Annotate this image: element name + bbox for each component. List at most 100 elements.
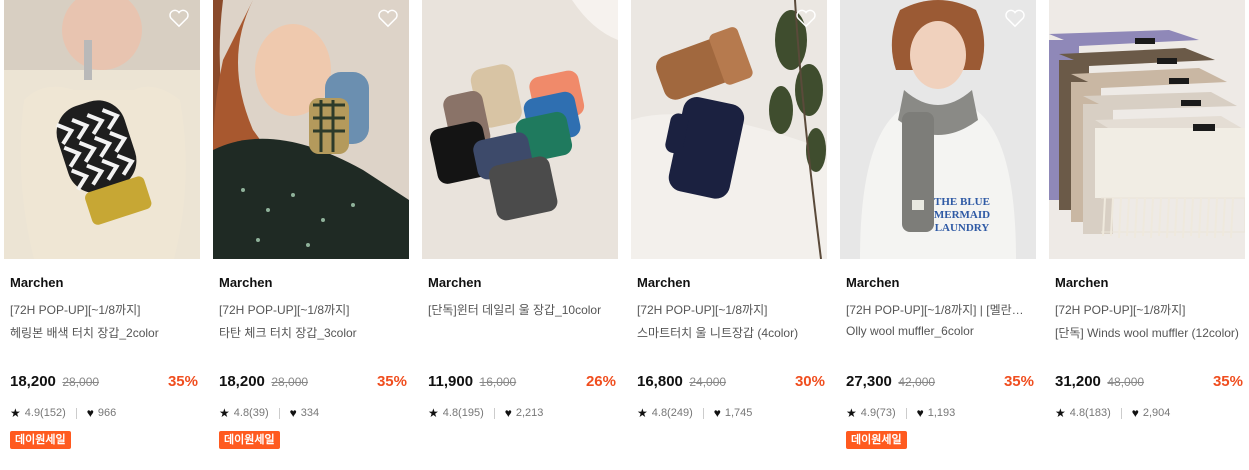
svg-text:LAUNDRY: LAUNDRY <box>935 222 990 234</box>
product-name[interactable]: 타탄 체크 터치 장갑_3color <box>219 324 407 341</box>
svg-text:MERMAID: MERMAID <box>934 209 990 221</box>
product-meta: ★ 4.9(73) ♥ 1,193 <box>846 406 955 420</box>
sale-badge: 데이원세일 <box>219 431 280 449</box>
herringbone-glove-photo <box>4 0 200 259</box>
tartan-glove-photo <box>213 0 409 259</box>
heart-icon: ♥ <box>289 406 297 420</box>
product-name[interactable]: 헤링본 배색 터치 장갑_2color <box>10 324 198 341</box>
discount-rate: 30% <box>794 373 825 390</box>
price-row: 18,200 28,000 35% <box>10 373 198 393</box>
price-row: 18,200 28,000 35% <box>219 373 407 393</box>
product-name[interactable]: 스마트터치 울 니트장갑 (4color) <box>637 324 825 341</box>
rating: 4.8(39) <box>233 407 269 419</box>
heart-icon: ♥ <box>713 406 721 420</box>
heart-icon: ♥ <box>916 406 924 420</box>
original-price: 24,000 <box>689 375 727 389</box>
product-brand[interactable]: Marchen <box>846 275 899 290</box>
sale-price: 18,200 <box>219 373 265 390</box>
sale-price: 27,300 <box>846 373 892 390</box>
product-card[interactable]: Marchen [72H POP-UP][~1/8까지] 헤링본 배색 터치 장… <box>4 0 200 470</box>
original-price: 16,000 <box>479 375 517 389</box>
original-price: 28,000 <box>271 375 309 389</box>
heart-icon: ♥ <box>86 406 94 420</box>
heart-outline-icon[interactable] <box>377 8 399 28</box>
product-image[interactable] <box>631 0 827 259</box>
rating: 4.9(73) <box>860 407 896 419</box>
product-card[interactable]: Marchen [단독]윈터 데일리 울 장갑_10color 11,900 1… <box>422 0 618 470</box>
product-card[interactable]: THE BLUE MERMAID LAUNDRY Marchen [72H PO… <box>840 0 1036 470</box>
star-icon: ★ <box>10 406 21 420</box>
heart-outline-icon[interactable] <box>168 8 190 28</box>
star-icon: ★ <box>1055 406 1066 420</box>
product-grid: Marchen [72H POP-UP][~1/8까지] 헤링본 배색 터치 장… <box>0 0 1249 470</box>
discount-rate: 35% <box>1212 373 1243 390</box>
product-subtitle[interactable]: [72H POP-UP][~1/8까지] <box>219 301 407 318</box>
product-card[interactable]: Marchen [72H POP-UP][~1/8까지] 타탄 체크 터치 장갑… <box>213 0 409 470</box>
divider <box>75 407 77 419</box>
discount-rate: 26% <box>585 373 616 390</box>
product-meta: ★ 4.8(183) ♥ 2,904 <box>1055 406 1170 420</box>
knit-gloves-photo <box>631 0 827 259</box>
stacked-mufflers-photo <box>1049 0 1245 259</box>
product-brand[interactable]: Marchen <box>637 275 690 290</box>
product-subtitle[interactable]: [72H POP-UP][~1/8까지] <box>1055 301 1243 318</box>
product-image[interactable] <box>4 0 200 259</box>
product-brand[interactable]: Marchen <box>10 275 63 290</box>
original-price: 48,000 <box>1107 375 1145 389</box>
rating: 4.9(152) <box>24 407 66 419</box>
product-brand[interactable]: Marchen <box>428 275 481 290</box>
divider <box>702 407 704 419</box>
product-subtitle[interactable]: [72H POP-UP][~1/8까지] <box>637 301 825 318</box>
product-name[interactable]: Olly wool muffler_6color <box>846 324 1034 338</box>
product-card[interactable]: Marchen [72H POP-UP][~1/8까지] [단독] Winds … <box>1049 0 1245 470</box>
product-image[interactable] <box>1049 0 1245 259</box>
divider <box>905 407 907 419</box>
rating: 4.8(195) <box>442 407 484 419</box>
divider <box>1120 407 1122 419</box>
price-row: 31,200 48,000 35% <box>1055 373 1243 393</box>
product-image[interactable]: THE BLUE MERMAID LAUNDRY <box>840 0 1036 259</box>
product-card[interactable]: Marchen [72H POP-UP][~1/8까지] 스마트터치 울 니트장… <box>631 0 827 470</box>
divider <box>278 407 280 419</box>
original-price: 42,000 <box>898 375 936 389</box>
price-row: 16,800 24,000 30% <box>637 373 825 393</box>
heart-icon: ♥ <box>504 406 512 420</box>
sale-price: 11,900 <box>428 373 474 390</box>
colorful-gloves-photo <box>422 0 618 259</box>
product-image[interactable] <box>213 0 409 259</box>
product-image[interactable] <box>422 0 618 259</box>
price-row: 11,900 16,000 26% <box>428 373 616 393</box>
product-meta: ★ 4.8(249) ♥ 1,745 <box>637 406 752 420</box>
star-icon: ★ <box>846 406 857 420</box>
star-icon: ★ <box>428 406 439 420</box>
product-subtitle[interactable]: [72H POP-UP][~1/8까지] <box>10 301 198 318</box>
product-brand[interactable]: Marchen <box>1055 275 1108 290</box>
like-count: 2,904 <box>1142 407 1171 419</box>
rating: 4.8(249) <box>651 407 693 419</box>
like-count: 1,745 <box>724 407 753 419</box>
product-name[interactable]: [단독] Winds wool muffler (12color) <box>1055 324 1243 341</box>
sale-price: 31,200 <box>1055 373 1101 390</box>
price-row: 27,300 42,000 35% <box>846 373 1034 393</box>
like-count: 966 <box>97 407 117 419</box>
heart-outline-icon[interactable] <box>795 8 817 28</box>
like-count: 2,213 <box>515 407 544 419</box>
discount-rate: 35% <box>167 373 198 390</box>
product-subtitle[interactable]: [단독]윈터 데일리 울 장갑_10color <box>428 301 616 318</box>
product-meta: ★ 4.8(195) ♥ 2,213 <box>428 406 543 420</box>
original-price: 28,000 <box>62 375 100 389</box>
product-brand[interactable]: Marchen <box>219 275 272 290</box>
divider <box>493 407 495 419</box>
product-subtitle[interactable]: [72H POP-UP][~1/8까지] | [멜란지 ... <box>846 301 1034 318</box>
rating: 4.8(183) <box>1069 407 1111 419</box>
svg-text:THE BLUE: THE BLUE <box>934 196 990 208</box>
heart-outline-icon[interactable] <box>1004 8 1026 28</box>
product-meta: ★ 4.8(39) ♥ 334 <box>219 406 319 420</box>
sale-price: 18,200 <box>10 373 56 390</box>
discount-rate: 35% <box>1003 373 1034 390</box>
sale-badge: 데이원세일 <box>846 431 907 449</box>
like-count: 1,193 <box>927 407 956 419</box>
heart-icon: ♥ <box>1131 406 1139 420</box>
wool-muffler-photo: THE BLUE MERMAID LAUNDRY <box>840 0 1036 259</box>
like-count: 334 <box>300 407 320 419</box>
